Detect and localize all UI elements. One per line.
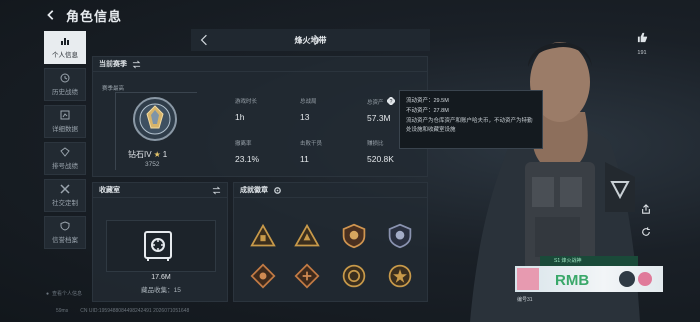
- prev-season-icon[interactable]: [197, 32, 211, 48]
- stat-profit-loss: 赚损比 520.8K: [367, 141, 394, 164]
- stat-total-matches: 总战局 13: [300, 99, 317, 122]
- nav-label: 历史战绩: [52, 89, 78, 96]
- back-arrow-icon[interactable]: [44, 8, 58, 22]
- assets-tooltip: 流动资产：29.5M 不动资产：27.8M 流动资产为仓库资产和账户哈夫币，不动…: [399, 90, 543, 149]
- name-card-banner: RMB: [515, 266, 663, 292]
- season-selector: 烽火地带: [191, 29, 430, 51]
- badge-round-1[interactable]: [339, 261, 369, 291]
- like-button[interactable]: 191: [631, 30, 653, 56]
- safe-icon: [144, 231, 172, 261]
- panel-header: 成就徽章: [234, 183, 427, 198]
- title-tag: S1 烽火战神: [540, 256, 638, 266]
- next-season-icon[interactable]: [310, 32, 324, 48]
- rank-score: 3752: [145, 161, 160, 168]
- badge-shield-1[interactable]: [339, 221, 369, 251]
- lock-icon: ●: [46, 290, 50, 297]
- gear-icon[interactable]: [273, 186, 282, 195]
- side-nav: 个人信息 历史战绩 详细数据 排号战绩 社交定制 信誉档案: [44, 31, 86, 253]
- stat-kills: 击败干员 11: [300, 141, 323, 164]
- nav-label: 排号战绩: [52, 163, 78, 170]
- nav-footer[interactable]: ● 查看个人信息: [46, 290, 82, 298]
- badge-diamond-1[interactable]: [248, 261, 278, 291]
- current-season-panel: 当前赛季 赛季最高 钻石IV ★ 1 3752 游戏时长 1h 总战局 13 总…: [92, 56, 428, 177]
- nav-item-rank-record[interactable]: 排号战绩: [44, 142, 86, 175]
- nav-label: 个人信息: [52, 52, 78, 59]
- swap-icon[interactable]: [132, 60, 141, 69]
- rank-name: 钻石IV ★ 1: [128, 150, 168, 159]
- bar-chart-icon: [61, 38, 69, 45]
- svg-text:?: ?: [390, 99, 393, 105]
- star-icon: ★: [153, 150, 161, 159]
- badge-round-2[interactable]: [385, 261, 415, 291]
- collection-count: 藏品收集：15: [141, 287, 181, 294]
- shield-icon: [60, 221, 70, 231]
- badge-diamond-2[interactable]: [292, 261, 322, 291]
- badge-triangle-2[interactable]: [292, 221, 322, 251]
- nav-label: 详细数据: [52, 126, 78, 133]
- nav-item-history[interactable]: 历史战绩: [44, 68, 86, 101]
- badge-shield-2[interactable]: [385, 221, 415, 251]
- svg-text:RMB: RMB: [555, 272, 589, 289]
- stat-total-assets: 总资产 ? 57.3M: [367, 96, 396, 123]
- uid-text: CN UID:1959488084498242491 2026071051648: [80, 308, 190, 314]
- nav-item-details[interactable]: 详细数据: [44, 105, 86, 138]
- panel-header: 当前赛季: [93, 57, 427, 72]
- nav-item-social[interactable]: 社交定制: [44, 179, 86, 212]
- player-name: 编号31: [517, 297, 533, 303]
- swap-icon[interactable]: [212, 186, 221, 195]
- fixed-assets: 不动资产：27.8M: [406, 108, 449, 114]
- nav-label: 社交定制: [52, 200, 78, 207]
- panel-header: 收藏室: [93, 183, 227, 198]
- thumbs-up-icon: [637, 32, 647, 43]
- rank-label: 赛季最高: [102, 86, 125, 92]
- rank-emblem-icon: [133, 97, 177, 141]
- stat-extract-rate: 撤离率 23.1%: [235, 141, 260, 164]
- tools-icon: [60, 184, 70, 194]
- collection-room-panel[interactable]: 收藏室 17.6M 藏品收集：15: [92, 182, 228, 302]
- data-icon: [60, 110, 70, 120]
- refresh-icon[interactable]: [640, 226, 652, 238]
- like-count: 191: [637, 50, 647, 56]
- ping-text: 59ms: [56, 308, 69, 314]
- share-icon[interactable]: [640, 203, 652, 215]
- panel-title: 成就徽章: [240, 187, 268, 194]
- liquid-assets: 流动资产：29.5M: [406, 98, 449, 104]
- info-icon[interactable]: ?: [386, 96, 396, 106]
- profile-card[interactable]: S1 烽火战神 RMB 编号31: [515, 256, 663, 303]
- nav-item-credit[interactable]: 信誉档案: [44, 216, 86, 249]
- stat-play-time: 游戏时长 1h: [235, 99, 258, 122]
- nav-item-personal-info[interactable]: 个人信息: [44, 31, 86, 64]
- panel-title: 收藏室: [99, 187, 120, 194]
- history-icon: [60, 73, 70, 83]
- achievement-badges-panel: 成就徽章: [233, 182, 428, 302]
- panel-title: 当前赛季: [99, 61, 127, 68]
- nav-label: 信誉档案: [52, 237, 78, 244]
- rank-record-icon: [60, 147, 70, 157]
- collection-value: 17.6M: [151, 274, 171, 281]
- page-header: 角色信息: [44, 4, 122, 26]
- page-title: 角色信息: [66, 8, 123, 24]
- badge-triangle-1[interactable]: [248, 221, 278, 251]
- assets-note: 流动资产为仓库资产和账户哈夫币，不动资产为特勤处设施和收藏室设施: [406, 118, 533, 133]
- footer-info: 59ms CN UID:1959488084498242491 20260710…: [56, 308, 189, 314]
